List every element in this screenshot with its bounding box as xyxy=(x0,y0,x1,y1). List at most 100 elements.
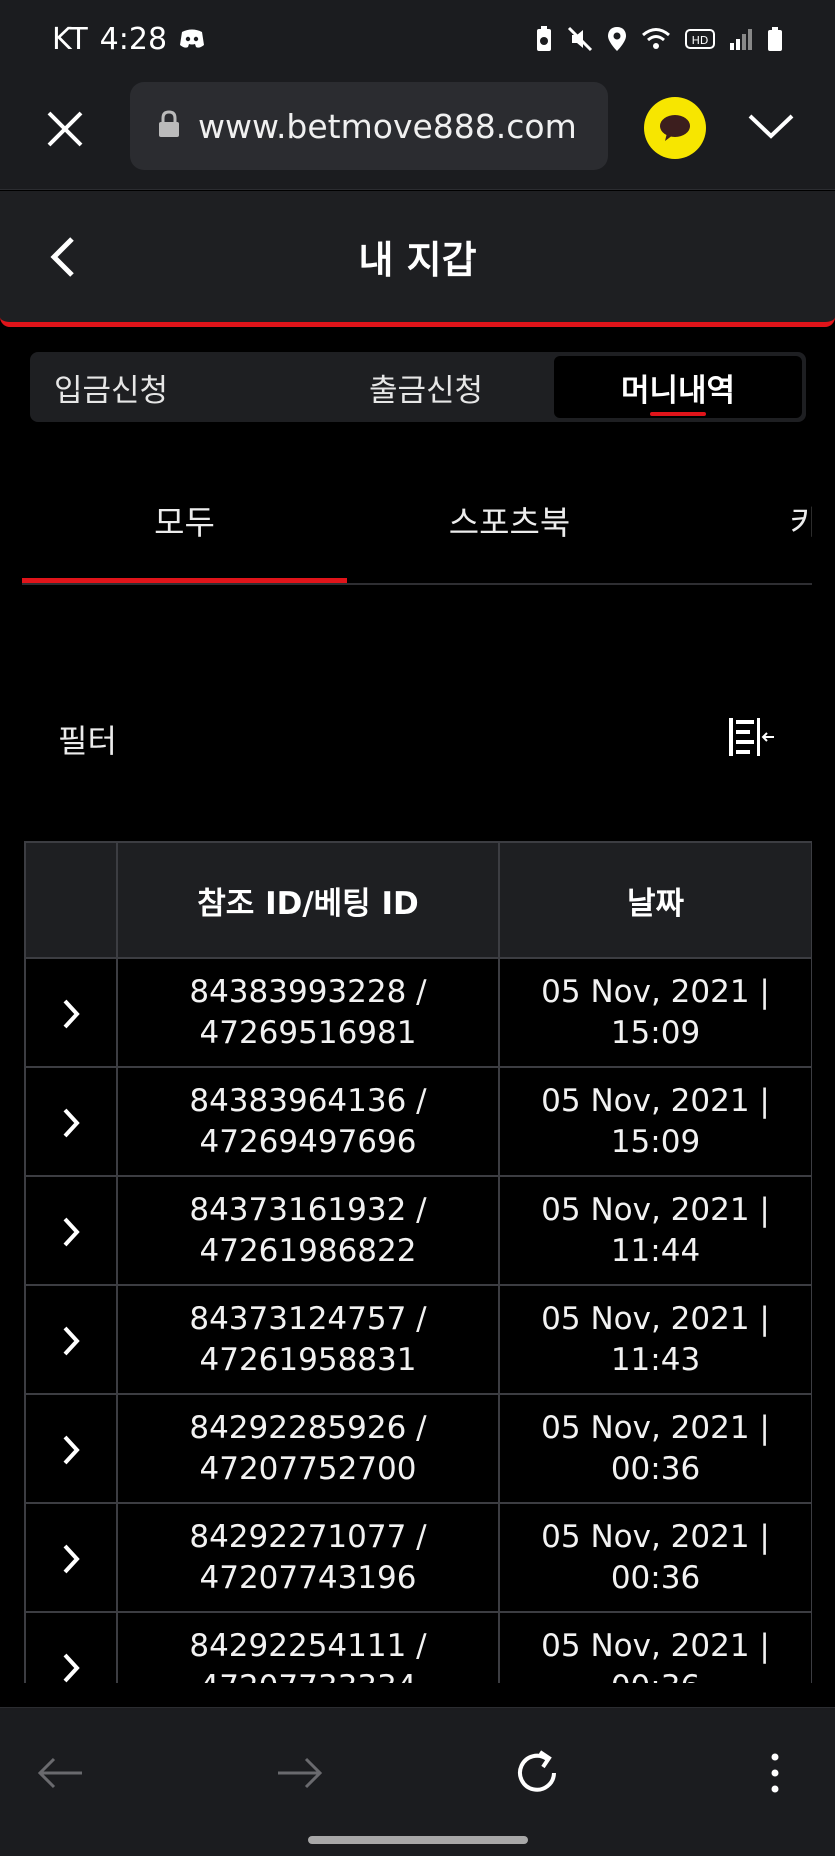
bet-id: 47207733334 xyxy=(200,1669,417,1684)
date-text: 05 Nov, 2021 | xyxy=(541,1191,770,1228)
table-row[interactable]: 84383964136 / 47269497696 05 Nov, 2021 | 1… xyxy=(24,1066,812,1177)
ref-bet-id-cell: 84383964136 / 47269497696 xyxy=(116,1066,500,1177)
reload-button[interactable] xyxy=(510,1746,564,1800)
browser-forward-button[interactable] xyxy=(274,1748,324,1798)
date-cell: 05 Nov, 2021 | 00:36 xyxy=(498,1611,812,1684)
expand-row-button[interactable] xyxy=(24,1611,118,1683)
date-cell: 05 Nov, 2021 | 11:44 xyxy=(498,1175,812,1286)
category-tab-sportsbook[interactable]: 스포츠북 xyxy=(347,470,672,570)
ref-bet-id-cell: 84373124757 / 47261958831 xyxy=(116,1284,500,1395)
wallet-tabs: 입금신청 출금신청 머니내역 xyxy=(30,352,806,422)
tab-money-history[interactable]: 머니내역 xyxy=(554,356,802,418)
ref-id: 84292285926 / xyxy=(189,1409,427,1446)
ref-bet-id-cell: 84383993228 / 47269516981 xyxy=(116,957,500,1068)
category-tab-label: 모두 xyxy=(154,503,215,542)
table-row[interactable]: 84373124757 / 47261958831 05 Nov, 2021 | 1… xyxy=(24,1284,812,1395)
browser-menu-chevron-button[interactable] xyxy=(746,106,796,146)
clock: 4:28 xyxy=(99,21,168,57)
time-text: 15:09 xyxy=(610,1123,701,1160)
bet-id: 47261958831 xyxy=(199,1341,417,1378)
time-text: 11:44 xyxy=(610,1232,701,1269)
ref-bet-id-cell: 84292254111 / 47207733334 xyxy=(116,1611,500,1684)
chevron-right-icon xyxy=(63,1653,80,1682)
filter-label: 필터 xyxy=(58,722,117,760)
status-bar: KT 4:28 HD xyxy=(0,0,835,78)
chevron-right-icon xyxy=(63,1544,80,1573)
money-history-table: 참조 ID/베팅 ID 날짜 84383993228 / 47269516981 … xyxy=(24,841,812,1683)
expand-row-button[interactable] xyxy=(24,1502,118,1613)
back-button[interactable] xyxy=(44,235,84,279)
ref-id: 84292254111 / xyxy=(189,1627,427,1664)
bet-id: 47207743196 xyxy=(199,1559,417,1596)
expand-row-button[interactable] xyxy=(24,957,118,1068)
ref-id: 84383964136 / xyxy=(189,1082,427,1119)
category-tab-label: 스포츠북 xyxy=(448,503,571,542)
category-tab-casino[interactable]: 카 xyxy=(790,470,812,570)
chevron-down-icon xyxy=(748,114,794,139)
app-header: 내 지갑 xyxy=(0,191,835,327)
carrier-label: KT xyxy=(52,21,88,57)
browser-back-button[interactable] xyxy=(36,1748,86,1798)
expand-row-button[interactable] xyxy=(24,1066,118,1177)
expand-row-button[interactable] xyxy=(24,1284,118,1395)
table-row[interactable]: 84292285926 /47207752700 05 Nov, 2021 | 0… xyxy=(24,1393,812,1504)
date-text: 05 Nov, 2021 | xyxy=(541,1409,770,1446)
time-text: 11:43 xyxy=(610,1341,701,1378)
date-cell: 05 Nov, 2021 | 15:09 xyxy=(498,1066,812,1177)
date-cell: 05 Nov, 2021 | 15:09 xyxy=(498,957,812,1068)
svg-text:HD: HD xyxy=(692,34,709,47)
close-tab-button[interactable] xyxy=(40,104,90,154)
filter-toggle-button[interactable] xyxy=(726,712,776,762)
expand-row-button[interactable] xyxy=(24,1175,118,1286)
date-cell: 05 Nov, 2021 | 00:36 xyxy=(498,1393,812,1504)
chevron-right-icon xyxy=(63,1108,80,1137)
time-text: 15:09 xyxy=(610,1014,701,1051)
chevron-left-icon xyxy=(50,237,74,277)
header-ref-bet-id: 참조 ID/베팅 ID xyxy=(116,841,500,959)
table-row[interactable]: 84383993228 / 47269516981 05 Nov, 2021 | 1… xyxy=(24,957,812,1068)
kakao-talk-button[interactable] xyxy=(644,97,706,159)
date-text: 05 Nov, 2021 | xyxy=(541,1518,770,1555)
tab-withdrawal-request[interactable]: 출금신청 xyxy=(302,352,550,422)
time-text: 00:36 xyxy=(610,1450,701,1487)
browser-toolbar: www.betmove888.com xyxy=(0,78,835,190)
date-cell: 05 Nov, 2021 | 11:43 xyxy=(498,1284,812,1395)
more-options-button[interactable] xyxy=(760,1746,790,1800)
signal-icon xyxy=(729,27,753,51)
close-icon xyxy=(47,111,83,147)
tab-label: 출금신청 xyxy=(368,372,484,409)
ref-bet-id-cell: 84292271077 / 47207743196 xyxy=(116,1502,500,1613)
ref-id: 84383993228 / xyxy=(189,973,427,1010)
page-title: 내 지갑 xyxy=(358,238,477,282)
expand-row-button[interactable] xyxy=(24,1393,118,1504)
chevron-right-icon xyxy=(63,999,80,1028)
bet-id: 47269497696 xyxy=(199,1123,417,1160)
tab-deposit-request[interactable]: 입금신청 xyxy=(30,352,302,422)
address-bar[interactable]: www.betmove888.com xyxy=(130,82,608,170)
category-tab-all[interactable]: 모두 xyxy=(22,470,347,570)
page: KT 4:28 HD www.betmove888.com 내 지갑 입금신청 … xyxy=(0,0,835,1856)
time-text: 00:36 xyxy=(611,1669,700,1684)
wifi-icon xyxy=(641,26,671,52)
table-row[interactable]: 84373161932 / 47261986822 05 Nov, 2021 | 1… xyxy=(24,1175,812,1286)
home-gesture-bar[interactable] xyxy=(308,1836,528,1844)
date-text: 05 Nov, 2021 | xyxy=(541,1082,770,1119)
tab-label: 입금신청 xyxy=(54,372,169,409)
ref-bet-id-cell: 84373161932 / 47261986822 xyxy=(116,1175,500,1286)
date-cell: 05 Nov, 2021 | 00:36 xyxy=(498,1502,812,1613)
date-text: 05 Nov, 2021 | xyxy=(541,973,770,1010)
table-row[interactable]: 84292254111 / 47207733334 05 Nov, 2021 |0… xyxy=(24,1611,812,1684)
reload-icon xyxy=(518,1750,556,1792)
hd-call-icon: HD xyxy=(685,27,715,51)
category-tab-label: 카 xyxy=(790,496,812,544)
arrow-left-icon xyxy=(37,1757,82,1789)
category-tabs: 모두 스포츠북 카 xyxy=(22,470,812,585)
lock-icon xyxy=(158,110,180,142)
header-date: 날짜 xyxy=(498,841,812,959)
ref-id: 84292271077 / xyxy=(189,1518,427,1555)
bet-id: 47261986822 xyxy=(199,1232,417,1269)
table-row[interactable]: 84292271077 / 47207743196 05 Nov, 2021 | 0… xyxy=(24,1502,812,1613)
arrow-right-icon xyxy=(278,1757,323,1789)
active-category-indicator xyxy=(22,578,347,583)
url-text: www.betmove888.com xyxy=(198,106,577,146)
